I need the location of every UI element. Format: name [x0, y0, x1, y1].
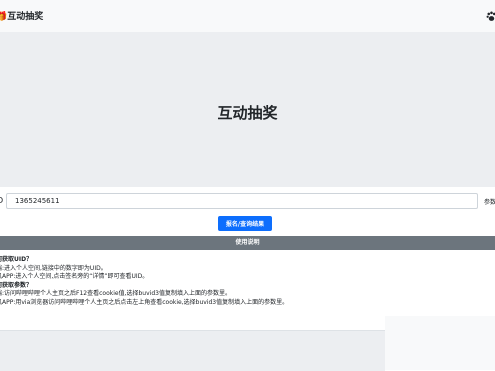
uid-label: D [0, 196, 4, 205]
top-navbar: 🎁互动抽奖 [0, 0, 495, 32]
faq-param-app: 机APP:用via浏览器访问哔哩哔哩个人主页之后点击左上角查看cookie,选择… [0, 298, 289, 306]
uid-row: D 参数 [0, 193, 495, 211]
navbar-brand[interactable]: 🎁互动抽奖 [0, 9, 43, 22]
page-footer [0, 330, 385, 371]
instructions-panel: 何获取UID？ 端:进入个人空间,链接中的数字即为UID。 机APP:进入个人空… [0, 256, 495, 308]
uid-input[interactable] [6, 193, 478, 209]
usage-header[interactable]: 使用说明 [0, 236, 495, 250]
faq-param-pc: 端:访问哔哩哔哩个人主页之后F12查看cookie值,选择buvid3值复制填入… [0, 290, 231, 298]
corner-panel [385, 316, 495, 370]
paw-icon[interactable] [486, 11, 495, 22]
submit-button[interactable]: 报名/查询结果 [218, 216, 272, 231]
faq-uid-app: 机APP:进入个人空间,点击签名旁的“详情”即可查看UID。 [0, 273, 149, 281]
faq-uid-pc: 端:进入个人空间,链接中的数字即为UID。 [0, 264, 107, 272]
faq-uid-question: 何获取UID？ [0, 256, 33, 263]
param-label: 参数 [484, 199, 495, 206]
hero-title: 互动抽奖 [217, 104, 278, 122]
hero-banner: 互动抽奖 [0, 32, 495, 187]
